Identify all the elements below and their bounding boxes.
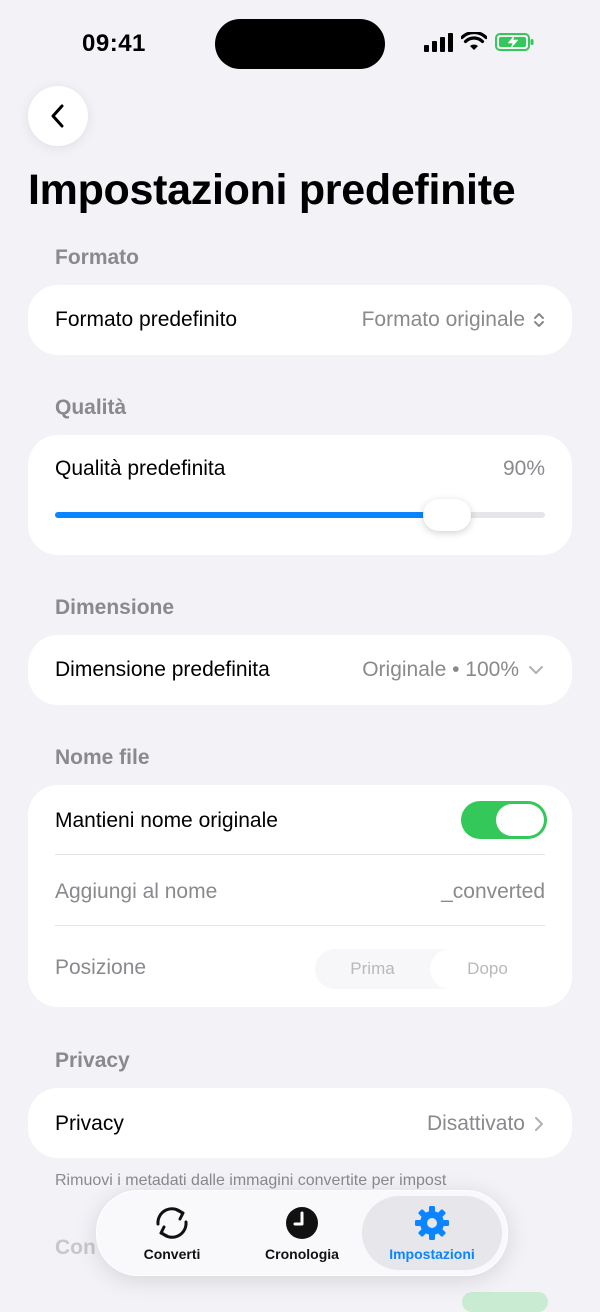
append-to-name-field[interactable]: _converted bbox=[441, 880, 545, 904]
default-quality-value: 90% bbox=[502, 457, 545, 480]
tab-label: Impostazioni bbox=[389, 1246, 475, 1262]
quality-slider-fill bbox=[55, 512, 447, 518]
section-header-privacy: Privacy bbox=[55, 1049, 130, 1072]
segment-after[interactable]: Dopo bbox=[430, 949, 545, 989]
partial-toggle[interactable] bbox=[462, 1292, 548, 1312]
default-format-label: Formato predefinito bbox=[55, 308, 238, 331]
section-header-size: Dimensione bbox=[55, 596, 175, 619]
privacy-value-row[interactable]: Disattivato bbox=[427, 1112, 545, 1136]
default-format-picker[interactable]: Formato originale bbox=[362, 308, 545, 332]
default-format-value: Formato originale bbox=[361, 308, 525, 331]
default-size-label: Dimensione predefinita bbox=[55, 658, 270, 681]
append-to-name-label: Aggiungi al nome bbox=[55, 880, 218, 903]
quality-card: Qualità predefinita 90% bbox=[28, 435, 572, 555]
tab-convert[interactable]: Converti bbox=[102, 1196, 242, 1270]
cellular-signal-icon bbox=[424, 32, 453, 52]
default-quality-label: Qualità predefinita bbox=[55, 457, 226, 480]
section-header-quality: Qualità bbox=[55, 396, 127, 419]
position-label: Posizione bbox=[55, 956, 147, 979]
status-icons bbox=[424, 32, 535, 52]
tab-history[interactable]: Cronologia bbox=[232, 1196, 372, 1270]
convert-arrows-icon bbox=[156, 1207, 188, 1239]
chevron-right-icon bbox=[535, 1117, 543, 1131]
tab-label: Converti bbox=[143, 1246, 201, 1262]
section-header-next: Con bbox=[55, 1236, 96, 1259]
chevron-left-icon bbox=[51, 104, 64, 128]
divider bbox=[55, 854, 545, 855]
position-segmented-control[interactable]: Prima Dopo bbox=[315, 949, 545, 989]
page-title: Impostazioni predefinite bbox=[28, 166, 516, 214]
status-time: 09:41 bbox=[82, 30, 146, 57]
tab-settings[interactable]: Impostazioni bbox=[362, 1196, 502, 1270]
keep-original-name-label: Mantieni nome originale bbox=[55, 809, 278, 832]
toggle-knob bbox=[496, 804, 544, 836]
format-card[interactable]: Formato predefinito Formato originale bbox=[28, 285, 572, 355]
chevron-down-icon bbox=[529, 666, 543, 674]
default-size-picker[interactable]: Originale • 100% bbox=[362, 658, 545, 682]
divider bbox=[55, 925, 545, 926]
keep-original-name-toggle[interactable] bbox=[461, 801, 547, 839]
dynamic-island bbox=[215, 19, 385, 69]
clock-icon bbox=[286, 1207, 318, 1239]
tab-bar: Converti Cronologia Impostazioni bbox=[96, 1190, 508, 1276]
privacy-label: Privacy bbox=[55, 1112, 124, 1135]
privacy-value: Disattivato bbox=[426, 1112, 525, 1135]
privacy-card[interactable]: Privacy Disattivato bbox=[28, 1088, 572, 1158]
size-card[interactable]: Dimensione predefinita Originale • 100% bbox=[28, 635, 572, 705]
section-header-format: Formato bbox=[55, 246, 139, 269]
default-size-value: Originale • 100% bbox=[362, 658, 519, 681]
quality-slider[interactable] bbox=[55, 499, 545, 531]
privacy-footnote: Rimuovi i metadati dalle immagini conver… bbox=[55, 1172, 447, 1189]
quality-slider-thumb[interactable] bbox=[423, 499, 471, 531]
chevron-up-down-icon bbox=[534, 313, 544, 327]
gear-icon bbox=[415, 1206, 449, 1240]
tab-label: Cronologia bbox=[265, 1246, 339, 1262]
section-header-filename: Nome file bbox=[55, 746, 150, 769]
back-button[interactable] bbox=[28, 86, 88, 146]
filename-card: Mantieni nome originale Aggiungi al nome… bbox=[28, 785, 572, 1007]
segment-before[interactable]: Prima bbox=[315, 949, 430, 989]
battery-charging-icon bbox=[495, 33, 534, 51]
wifi-icon bbox=[461, 32, 487, 50]
